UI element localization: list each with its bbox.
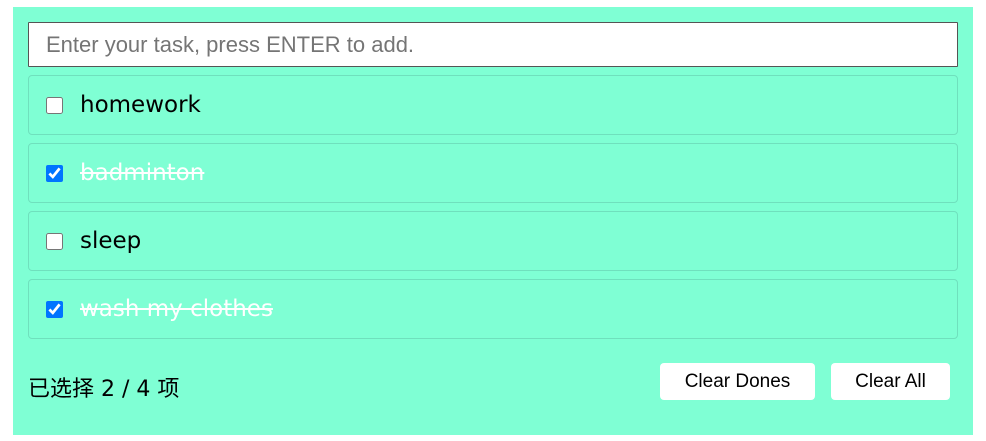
task-checkbox[interactable] <box>46 300 63 318</box>
task-checkbox[interactable] <box>46 164 63 182</box>
task-input[interactable] <box>28 22 958 67</box>
task-item[interactable]: sleep <box>28 211 958 271</box>
task-label: wash my clothes <box>80 295 273 322</box>
todo-app: homework badminton sleep wash my clothes… <box>13 7 973 435</box>
task-item[interactable]: homework <box>28 75 958 135</box>
task-checkbox[interactable] <box>46 232 63 250</box>
selection-summary: 已选择 2 / 4 项 <box>28 377 180 402</box>
task-label: badminton <box>80 159 205 186</box>
clear-all-button[interactable]: Clear All <box>831 363 950 400</box>
task-item[interactable]: wash my clothes <box>28 279 958 339</box>
task-label: homework <box>80 91 201 118</box>
task-list: homework badminton sleep wash my clothes <box>28 75 958 347</box>
task-footer: 已选择 2 / 4 项 Clear Dones Clear All <box>28 362 958 402</box>
task-label: sleep <box>80 227 142 254</box>
clear-dones-button[interactable]: Clear Dones <box>660 363 815 400</box>
task-checkbox[interactable] <box>46 96 63 114</box>
task-item[interactable]: badminton <box>28 143 958 203</box>
